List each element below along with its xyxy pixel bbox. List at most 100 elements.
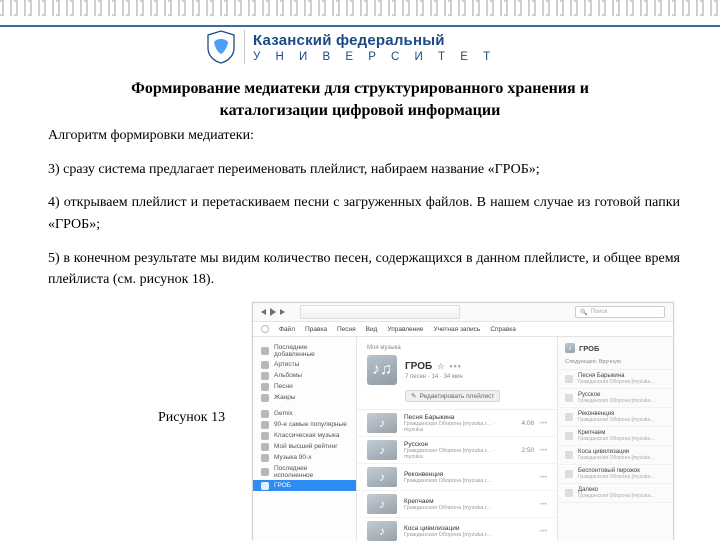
university-subtitle: У Н И В Е Р С И Т Е Т <box>253 51 496 63</box>
sidebar-item[interactable]: Классическая музыка <box>253 430 356 441</box>
sidebar-item-label: Последние добавленные <box>274 344 348 358</box>
shield-icon <box>206 30 236 64</box>
album-icon <box>261 372 269 380</box>
sidebar-item[interactable]: Gemix <box>253 408 356 419</box>
sidebar-item-label: Альбомы <box>274 372 302 379</box>
step-5: 5) в конечном результате мы видим количе… <box>48 248 680 291</box>
menu-view[interactable]: Вид <box>366 326 378 333</box>
sidebar-item[interactable]: Последнее исполненное <box>253 463 356 480</box>
sidebar: Последние добавленные Артисты Альбомы Пе… <box>253 337 357 541</box>
queue-track-artist: Гражданская Оборона [myzuka… <box>578 474 666 480</box>
edit-playlist-button[interactable]: ✎ Редактировать плейлист <box>405 390 500 402</box>
track-title: Русское <box>404 441 516 448</box>
note-icon: ♪ <box>367 494 397 514</box>
track-artist: Гражданская Оборона [myzuka.r… · myzuka <box>404 421 516 433</box>
sidebar-item[interactable]: Альбомы <box>253 370 356 381</box>
queue-track-artist: Гражданская Оборона [myzuka… <box>578 455 666 461</box>
mic-icon <box>261 361 269 369</box>
playlist-icon <box>261 410 269 418</box>
next-icon[interactable] <box>280 309 285 315</box>
tag-icon <box>261 394 269 402</box>
note-icon <box>565 413 573 421</box>
track-row[interactable]: ♪ РеконвенцияГражданская Оборона [myzuka.… <box>357 464 557 491</box>
note-icon: ♪ <box>367 413 397 433</box>
playback-controls[interactable] <box>261 308 285 316</box>
step-4: 4) открываем плейлист и перетаскиваем пе… <box>48 192 680 235</box>
note-icon: ♪ <box>367 521 397 541</box>
logo-divider <box>244 30 245 64</box>
queue-track-artist: Гражданская Оборона [myzuka… <box>578 398 666 404</box>
playlist-icon <box>261 432 269 440</box>
menu-edit[interactable]: Правка <box>305 326 327 333</box>
university-logo-block: Казанский федеральный У Н И В Е Р С И Т … <box>206 30 496 64</box>
track-artist: Гражданская Оборона [myzuka.r… · myzuka <box>404 448 516 460</box>
sidebar-item[interactable]: Артисты <box>253 359 356 370</box>
playlist-subtitle: 7 песен · 14 · 34 мин <box>405 374 463 380</box>
player-topbar: 🔍 Поиск <box>253 303 673 322</box>
track-title: Песня Барыкина <box>404 414 516 421</box>
play-icon[interactable] <box>270 308 276 316</box>
queue-row[interactable]: Беспонтовый пирожокГражданская Оборона [… <box>558 465 673 484</box>
nav-breadcrumb[interactable]: Моя музыка <box>367 345 547 351</box>
sidebar-item[interactable]: Последние добавленные <box>253 342 356 359</box>
sidebar-item[interactable]: Музыка 90-х <box>253 452 356 463</box>
edit-playlist-label: Редактировать плейлист <box>419 393 494 400</box>
note-icon <box>565 432 573 440</box>
menu-song[interactable]: Песня <box>337 326 356 333</box>
prev-icon[interactable] <box>261 309 266 315</box>
sidebar-item[interactable]: Жанры <box>253 392 356 403</box>
star-icon[interactable]: ☆ <box>437 362 444 371</box>
more-icon[interactable]: ••• <box>449 361 461 371</box>
clock-icon <box>261 347 269 355</box>
sidebar-item-label: Артисты <box>274 361 299 368</box>
more-icon[interactable]: ••• <box>540 420 547 427</box>
sidebar-item[interactable]: Песни <box>253 381 356 392</box>
queue-row[interactable]: КрепчаемГражданская Оборона [myzuka… <box>558 427 673 446</box>
queue-track-artist: Гражданская Оборона [myzuka… <box>578 379 666 385</box>
more-icon[interactable]: ••• <box>540 501 547 508</box>
sidebar-item-label: Музыка 90-х <box>274 454 311 461</box>
track-title: Реконвенция <box>404 471 540 478</box>
more-icon[interactable]: ••• <box>540 528 547 535</box>
track-artist: Гражданская Оборона [myzuka.r… <box>404 478 540 484</box>
traffic-light-icon[interactable] <box>261 325 269 333</box>
title-line-1: Формирование медиатеки для структурирова… <box>131 80 589 97</box>
queue-subtitle: Следующее: Вручную <box>558 359 673 370</box>
menubar: Файл Правка Песня Вид Управление Учетная… <box>253 322 673 337</box>
track-artist: Гражданская Оборона [myzuka.r… <box>404 532 540 538</box>
sidebar-item-label: Классическая музыка <box>274 432 340 439</box>
queue-row[interactable]: Песня БарыкинаГражданская Оборона [myzuk… <box>558 370 673 389</box>
menu-account[interactable]: Учетная запись <box>434 326 481 333</box>
playlist-icon <box>261 482 269 490</box>
queue-row[interactable]: РусскоеГражданская Оборона [myzuka… <box>558 389 673 408</box>
sidebar-item-label: Мой высший рейтинг <box>274 443 338 450</box>
track-list: ♪Песня БарыкинаГражданская Оборона [myzu… <box>357 410 557 541</box>
more-icon[interactable]: ••• <box>540 447 547 454</box>
more-icon[interactable]: ••• <box>540 474 547 481</box>
track-row[interactable]: ♪ Песня БарыкинаГражданская Оборона [myzu… <box>357 410 557 437</box>
search-placeholder: Поиск <box>590 309 607 315</box>
note-icon <box>261 383 269 391</box>
sidebar-item[interactable]: Мой высший рейтинг <box>253 441 356 452</box>
track-row[interactable]: ♪КрепчаемГражданская Оборона [myzuka.r…•… <box>357 491 557 518</box>
track-row[interactable]: ♪РусскоеГражданская Оборона [myzuka.r… ·… <box>357 437 557 464</box>
note-icon <box>565 375 573 383</box>
playlist-icon <box>261 443 269 451</box>
queue-row[interactable]: ДалекоГражданская Оборона [myzuka… <box>558 484 673 503</box>
menu-file[interactable]: Файл <box>279 326 295 333</box>
sidebar-item-selected[interactable]: ГРОБ <box>253 480 356 491</box>
search-input[interactable]: 🔍 Поиск <box>575 306 665 318</box>
menu-help[interactable]: Справка <box>490 326 516 333</box>
figure-caption: Рисунок 13 <box>158 410 225 426</box>
playlist-title: ГРОБ <box>405 361 432 372</box>
track-title: Коса цивилизации <box>404 525 540 532</box>
playlist-icon <box>261 454 269 462</box>
algorithm-heading: Алгоритм формировки медиатеки: <box>48 125 680 147</box>
track-row[interactable]: ♪ Коса цивилизацииГражданская Оборона [my… <box>357 518 557 541</box>
menu-control[interactable]: Управление <box>387 326 423 333</box>
queue-row[interactable]: РеконвенцияГражданская Оборона [myzuka… <box>558 408 673 427</box>
note-icon: ♪ <box>367 467 397 487</box>
header-rule <box>0 25 720 27</box>
queue-row[interactable]: Коса цивилизацииГражданская Оборона [myz… <box>558 446 673 465</box>
sidebar-item[interactable]: 90-е самые популярные <box>253 419 356 430</box>
